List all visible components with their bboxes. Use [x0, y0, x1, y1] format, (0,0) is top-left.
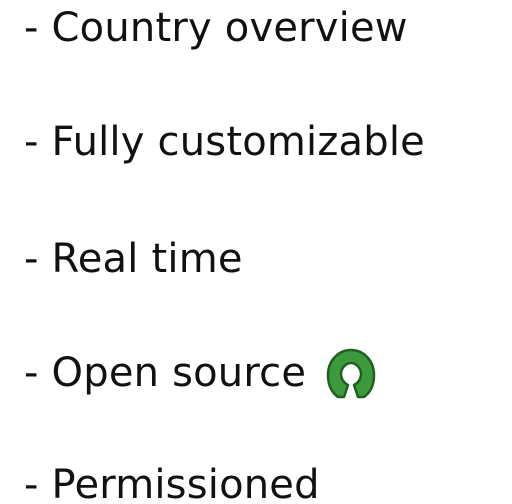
feature-label: - Fully customizable: [24, 119, 425, 165]
feature-item-real-time: - Real time: [24, 231, 243, 287]
feature-item-fully-customizable: - Fully customizable: [24, 114, 425, 170]
feature-label: - Open source: [24, 350, 307, 396]
feature-label: - Permissioned: [24, 462, 320, 504]
feature-label: - Country overview: [24, 5, 408, 51]
open-source-initiative-icon: [326, 345, 376, 401]
feature-label: - Real time: [24, 236, 243, 282]
feature-item-open-source: - Open source: [24, 345, 376, 401]
feature-item-country-overview: - Country overview: [24, 0, 408, 56]
feature-item-permissioned: - Permissioned: [24, 457, 320, 504]
feature-list: - Country overview - Fully customizable …: [0, 0, 512, 504]
